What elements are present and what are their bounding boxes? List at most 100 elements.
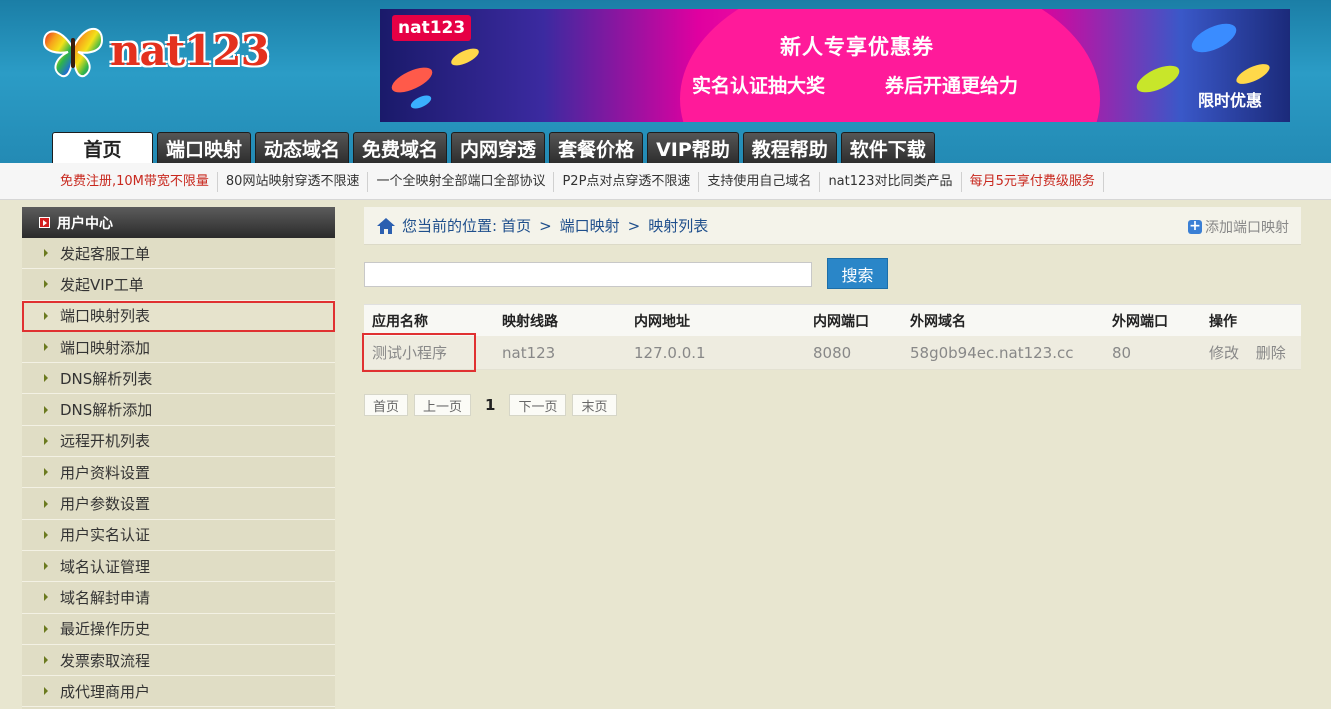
cell-app-name: 测试小程序 [372,344,448,362]
play-bullet-icon [39,217,50,228]
add-port-mapping-button[interactable]: + 添加端口映射 [1188,217,1289,237]
arrow-right-icon [44,530,48,539]
promo-link[interactable]: 支持使用自己域名 [699,171,821,192]
promo-link[interactable]: 每月5元享付费级服务 [962,171,1104,192]
sidebar-item-service-ticket[interactable]: 发起客服工单 [22,238,335,270]
banner-subtitle-left: 实名认证抽大奖 [692,75,826,97]
breadcrumb-port-mapping[interactable]: 端口映射 [560,215,620,236]
breadcrumb-home[interactable]: 首页 [501,215,531,236]
breadcrumb-separator: > [627,216,641,235]
sidebar-item-label: 发起客服工单 [60,244,151,263]
sidebar-title: 用户中心 [57,215,113,232]
sidebar-item-real-name-auth[interactable]: 用户实名认证 [22,520,335,551]
arrow-right-icon [44,311,48,320]
home-icon [377,217,395,234]
column-header: 外网端口 [1112,313,1168,330]
sidebar-item-label: 端口映射列表 [60,307,151,326]
sidebar-item-label: 远程开机列表 [60,432,151,451]
sidebar-item-label: 端口映射添加 [60,338,151,357]
arrow-right-icon [44,562,48,571]
cell-internal-addr: 127.0.0.1 [634,343,706,362]
nav-tab-port-mapping[interactable]: 端口映射 [157,132,252,163]
column-header: 映射线路 [502,313,558,330]
plus-icon: + [1188,218,1202,234]
sidebar: 用户中心 发起客服工单 发起VIP工单 端口映射列表 端口映射添加 DNS解析列… [22,207,335,709]
add-port-mapping-label: 添加端口映射 [1205,220,1289,236]
nav-tab-vip-help[interactable]: VIP帮助 [647,132,739,163]
logo[interactable]: nat123 [40,18,270,84]
banner-brand: nat123 [392,15,472,41]
column-header: 内网端口 [813,313,869,330]
nav-tab-intranet[interactable]: 内网穿透 [451,132,546,163]
arrow-right-icon [44,405,48,414]
nav-tab-pricing[interactable]: 套餐价格 [549,132,644,163]
promo-link[interactable]: 一个全映射全部端口全部协议 [368,171,555,192]
promo-link[interactable]: P2P点对点穿透不限速 [554,171,700,192]
banner-badge: 限时优惠 [1198,91,1263,110]
nav-tab-tutorial[interactable]: 教程帮助 [742,132,837,163]
sidebar-item-port-mapping-add[interactable]: 端口映射添加 [22,332,335,364]
search-button[interactable]: 搜索 [827,258,888,289]
column-header: 应用名称 [372,313,428,330]
nav-tab-free-domain[interactable]: 免费域名 [353,132,448,163]
table-row: 测试小程序 nat123 127.0.0.1 8080 58g0b94ec.na… [362,333,1301,372]
arrow-right-icon [44,374,48,383]
promo-banner[interactable]: nat123 新人专享优惠券 实名认证抽大奖 券后开通更给力 限时优惠 [380,9,1290,122]
pager-current: 1 [485,396,496,414]
promo-link[interactable]: 80网站映射穿透不限速 [218,171,369,192]
sidebar-item-param-settings[interactable]: 用户参数设置 [22,488,335,520]
sidebar-item-label: DNS解析列表 [60,369,153,388]
sidebar-item-agent[interactable]: 成代理商用户 [22,676,335,708]
sidebar-item-label: 域名认证管理 [60,557,151,576]
sidebar-item-vip-ticket[interactable]: 发起VIP工单 [22,269,335,301]
promo-link[interactable]: 免费注册,10M带宽不限量 [52,171,218,192]
banner-subtitle-right: 券后开通更给力 [885,75,1019,97]
breadcrumb-separator: > [539,216,552,235]
breadcrumb: 您当前的位置: 首页 > 端口映射 > 映射列表 + 添加端口映射 [364,207,1301,245]
sidebar-item-domain-unblock[interactable]: 域名解封申请 [22,582,335,614]
column-header: 外网域名 [910,313,966,330]
search-input[interactable] [364,262,812,287]
sidebar-item-history[interactable]: 最近操作历史 [22,614,335,645]
nav-tab-home[interactable]: 首页 [52,132,153,163]
sidebar-item-dns-add[interactable]: DNS解析添加 [22,394,335,426]
promo-link[interactable]: nat123对比同类产品 [820,171,962,192]
arrow-right-icon [44,687,48,696]
breadcrumb-mapping-list[interactable]: 映射列表 [648,215,708,236]
column-header: 内网地址 [634,313,690,330]
pager-first[interactable]: 首页 [364,394,409,416]
arrow-right-icon [44,468,48,477]
nav-tab-dynamic-dns[interactable]: 动态域名 [255,132,350,163]
sidebar-item-label: 成代理商用户 [60,682,151,701]
cell-external-port: 80 [1112,343,1132,362]
pager-last[interactable]: 末页 [572,394,617,416]
arrow-right-icon [44,249,48,258]
banner-title: 新人专享优惠券 [780,35,934,59]
edit-link[interactable]: 修改 [1209,344,1239,362]
arrow-right-icon [44,280,48,289]
sidebar-item-domain-auth[interactable]: 域名认证管理 [22,551,335,583]
table-header-row: 应用名称 映射线路 内网地址 内网端口 外网域名 外网端口 操作 [364,304,1301,336]
sidebar-item-port-mapping-list[interactable]: 端口映射列表 [22,300,335,332]
arrow-right-icon [44,593,48,602]
nav-tab-download[interactable]: 软件下载 [840,132,935,163]
pager-prev[interactable]: 上一页 [414,394,472,416]
sidebar-item-invoice[interactable]: 发票索取流程 [22,645,335,677]
site-header: nat123 nat123 新人专享优惠券 实名认证抽大奖 券后开通更给力 限时… [0,0,1331,163]
sidebar-item-dns-list[interactable]: DNS解析列表 [22,363,335,395]
pager-next[interactable]: 下一页 [509,394,567,416]
sidebar-item-label: 用户参数设置 [60,495,151,514]
arrow-right-icon [44,624,48,633]
column-header: 操作 [1209,313,1237,330]
butterfly-logo-icon [42,28,104,78]
logo-text: nat123 [110,26,270,75]
cell-internal-port: 8080 [813,343,852,362]
sidebar-item-label: 最近操作历史 [60,620,151,639]
pagination: 首页 上一页 1 下一页 末页 [364,394,617,416]
sidebar-item-wol-list[interactable]: 远程开机列表 [22,426,335,458]
sidebar-item-profile-settings[interactable]: 用户资料设置 [22,457,335,489]
mapping-table: 应用名称 映射线路 内网地址 内网端口 外网域名 外网端口 操作 测试小程序 n… [362,304,1301,372]
promo-bar: 免费注册,10M带宽不限量 80网站映射穿透不限速 一个全映射全部端口全部协议 … [0,163,1331,200]
delete-link[interactable]: 删除 [1256,344,1286,362]
cell-line: nat123 [502,343,556,362]
